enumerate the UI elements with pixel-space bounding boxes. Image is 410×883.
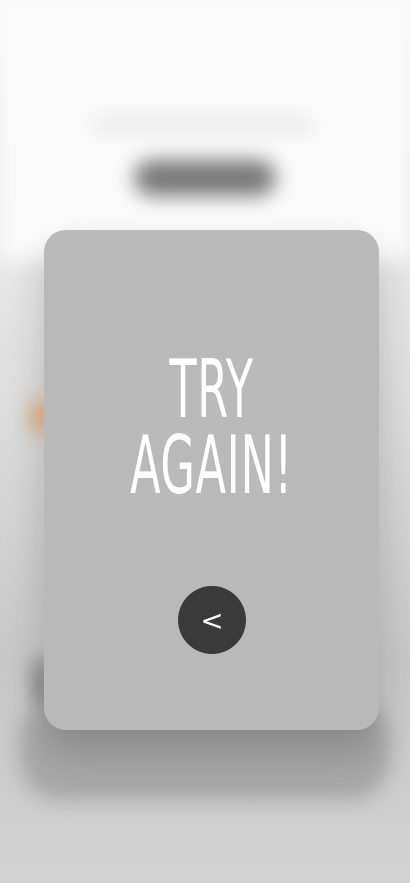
result-message: TRY AGAIN! [108, 343, 316, 512]
result-dialog: TRY AGAIN! < [44, 230, 379, 730]
background-heading-placeholder [92, 118, 314, 132]
result-line-2: AGAIN! [130, 419, 293, 512]
background-pill-button [134, 160, 276, 196]
result-line-1: TRY [169, 343, 254, 436]
screen: TRY AGAIN! < [0, 0, 410, 883]
back-button[interactable]: < [178, 586, 246, 654]
back-chevron-icon: < [200, 603, 224, 637]
